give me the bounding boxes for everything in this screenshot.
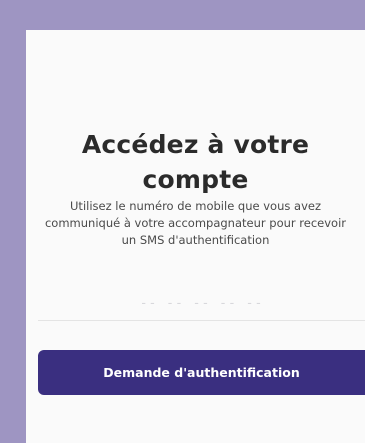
login-card: Accédez à votre compte Utilisez le numér…: [26, 30, 365, 443]
phone-number-placeholder: -- -- -- -- --: [139, 295, 264, 311]
instructions-text: Utilisez le numéro de mobile que vous av…: [44, 199, 346, 247]
phone-number-input[interactable]: -- -- -- -- --: [38, 286, 365, 321]
page-title: Accédez à votre compte: [81, 130, 310, 194]
request-authentication-button[interactable]: Demande d'authentification: [38, 350, 365, 395]
